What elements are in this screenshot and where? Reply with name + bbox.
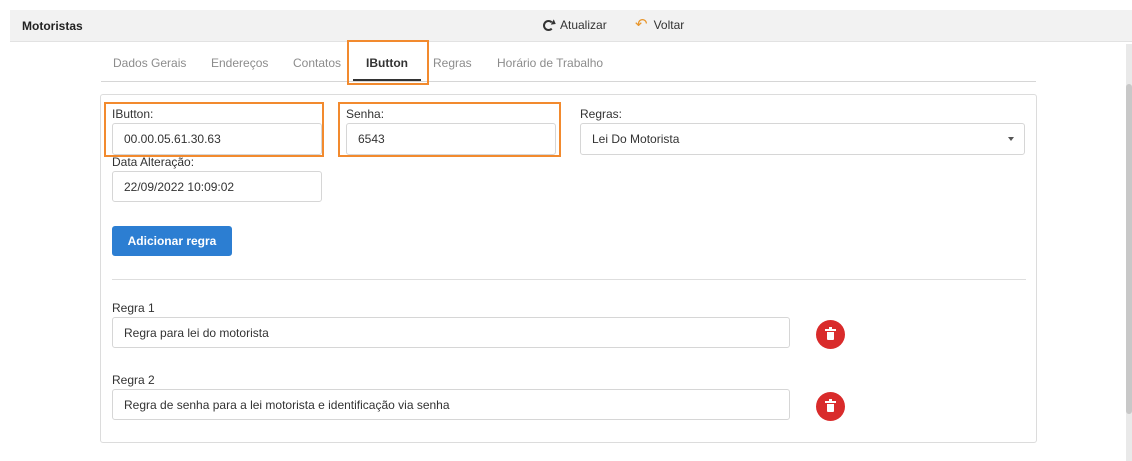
scrollbar-thumb[interactable] [1126,84,1132,414]
regras-selected-value: Lei Do Motorista [592,132,680,146]
refresh-button[interactable]: Atualizar [543,18,607,32]
top-bar: Motoristas Atualizar ↶ Voltar [10,10,1132,42]
tab-bar: Dados Gerais Endereços Contatos IButton … [101,44,1036,82]
divider [112,279,1026,280]
back-arrow-icon: ↶ [635,16,648,33]
rule-2-input[interactable] [112,389,790,420]
regras-label: Regras: [580,107,623,121]
scrollbar[interactable] [1126,44,1132,461]
highlight-tab-ibutton [347,40,429,85]
tab-regras[interactable]: Regras [433,56,472,70]
refresh-icon [543,19,554,31]
page-title: Motoristas [22,19,83,33]
data-alteracao-input[interactable] [112,171,322,202]
trash-icon [825,398,836,412]
trash-icon [825,326,836,340]
rule-2-label: Regra 2 [112,373,155,387]
tab-contatos[interactable]: Contatos [293,56,341,70]
delete-rule-1-button[interactable] [816,320,845,349]
chevron-down-icon [1008,137,1014,141]
regras-select[interactable]: Lei Do Motorista [580,123,1025,155]
tab-enderecos[interactable]: Endereços [211,56,268,70]
rule-1-input[interactable] [112,317,790,348]
tab-horario-trabalho[interactable]: Horário de Trabalho [497,56,603,70]
delete-rule-2-button[interactable] [816,392,845,421]
back-label: Voltar [653,18,685,32]
highlight-senha [338,102,561,157]
rule-1-label: Regra 1 [112,301,155,315]
tab-dados-gerais[interactable]: Dados Gerais [113,56,186,70]
highlight-ibutton [104,102,324,157]
refresh-label: Atualizar [560,18,607,32]
back-button[interactable]: ↶ Voltar [635,16,685,33]
add-rule-button[interactable]: Adicionar regra [112,226,232,256]
data-alteracao-label: Data Alteração: [112,155,195,169]
